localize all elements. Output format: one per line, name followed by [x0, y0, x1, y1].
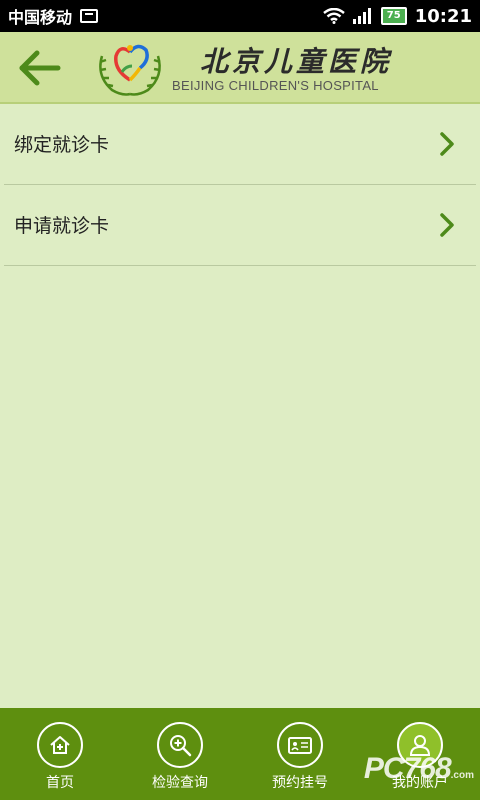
nav-appointment[interactable]: 预约挂号 — [240, 708, 360, 800]
carrier-label: 中国移动 — [8, 8, 73, 27]
hospital-name-en: BEIJING CHILDREN'S HOSPITAL — [172, 78, 379, 93]
hospital-logo-icon — [99, 44, 161, 96]
nav-home[interactable]: 首页 — [0, 708, 120, 800]
apply-card-item[interactable]: 申请就诊卡 — [4, 185, 476, 266]
gallery-notification-icon — [80, 9, 99, 23]
home-icon — [50, 736, 70, 754]
status-left: 中国移动 — [8, 4, 99, 28]
menu-item-label: 申请就诊卡 — [14, 215, 110, 237]
watermark-logo: PC768.com — [364, 752, 474, 786]
signal-icon — [352, 8, 371, 24]
card-icon — [288, 737, 312, 754]
nav-label: 首页 — [46, 775, 74, 791]
card-icon-circle — [277, 722, 323, 768]
bind-card-item[interactable]: 绑定就诊卡 — [4, 104, 476, 185]
nav-label: 预约挂号 — [272, 775, 328, 791]
hospital-name-cn: 北京儿童医院 — [200, 45, 393, 78]
battery-icon: 75 — [380, 7, 407, 25]
search-icon-circle — [157, 722, 203, 768]
menu-list: 绑定就诊卡 申请就诊卡 — [0, 104, 480, 266]
wifi-icon — [323, 8, 345, 24]
nav-lab-results[interactable]: 检验查询 — [120, 708, 240, 800]
chevron-right-icon — [440, 132, 454, 156]
nav-label: 检验查询 — [152, 775, 208, 791]
status-right: 75 10:21 — [323, 6, 472, 27]
status-bar: 中国移动 75 10:21 — [0, 0, 480, 32]
chevron-right-icon — [440, 213, 454, 237]
header: 北京儿童医院 BEIJING CHILDREN'S HOSPITAL — [0, 32, 480, 104]
watermark-text: PC768 — [363, 752, 452, 785]
clock: 10:21 — [414, 5, 472, 27]
watermark-sub: .com — [450, 770, 474, 781]
back-arrow-icon[interactable] — [18, 46, 62, 90]
menu-item-label: 绑定就诊卡 — [14, 134, 110, 156]
search-icon — [170, 735, 192, 757]
home-icon-circle — [37, 722, 83, 768]
